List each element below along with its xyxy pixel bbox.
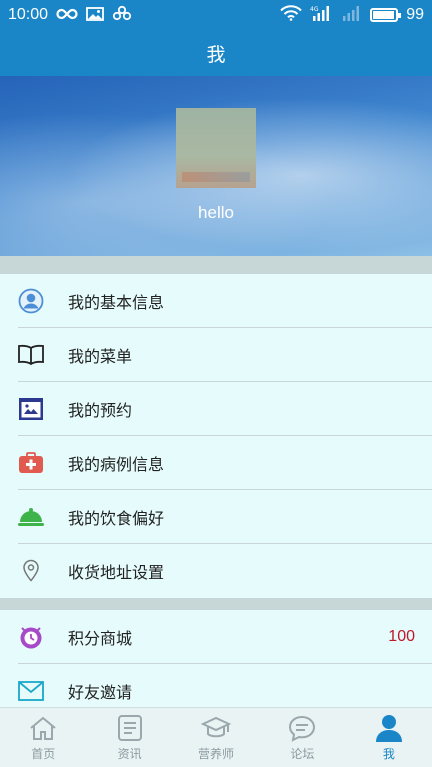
menu-item-medical-records[interactable]: 我的病例信息 (0, 436, 432, 490)
section-divider (0, 256, 432, 274)
page-title: 我 (206, 43, 226, 66)
menu-item-shipping-address[interactable]: 收货地址设置 (0, 544, 432, 598)
menu-item-label: 积分商城 (68, 629, 133, 648)
tab-label: 我 (382, 747, 395, 761)
battery-level: 99 (406, 6, 424, 23)
avatar[interactable] (176, 108, 256, 188)
tab-home[interactable]: 首页 (0, 708, 86, 767)
menu-item-my-menu[interactable]: 我的菜单 (0, 328, 432, 382)
username: hello (198, 203, 234, 222)
chat-bubble-icon (287, 713, 317, 743)
menu-item-basic-info[interactable]: 我的基本信息 (0, 274, 432, 328)
signal-4g-icon: 4G (310, 5, 332, 25)
menu-item-label: 我的菜单 (68, 347, 133, 366)
menu-item-label: 我的病例信息 (68, 455, 165, 474)
signal-icon (340, 5, 362, 25)
person-icon (374, 713, 404, 743)
tab-label: 论坛 (290, 747, 315, 761)
menu-item-label: 我的基本信息 (68, 293, 165, 312)
tab-nutritionist[interactable]: 营养师 (173, 708, 259, 767)
image-icon (86, 6, 104, 25)
tab-label: 营养师 (198, 747, 235, 761)
points-value: 100 (388, 628, 415, 645)
menu-group-2: 积分商城 100 好友邀请 (0, 610, 432, 718)
menu-item-label: 收货地址设置 (68, 563, 165, 582)
book-icon (17, 341, 45, 369)
profile-header: hello (0, 76, 432, 256)
menu-item-appointment[interactable]: 我的预约 (0, 382, 432, 436)
menu-item-points-mall[interactable]: 积分商城 100 (0, 610, 432, 664)
tab-label: 首页 (31, 747, 56, 761)
menu-item-label: 我的饮食偏好 (68, 509, 165, 528)
tab-forum[interactable]: 论坛 (259, 708, 345, 767)
mail-icon (17, 677, 45, 705)
menu-group-1: 我的基本信息 我的菜单 我的预约 我的病例信息 我的饮食偏好 收货地址设置 (0, 274, 432, 598)
user-circle-icon (17, 287, 45, 315)
menu-item-label: 我的预约 (68, 401, 133, 420)
title-bar: 我 (0, 30, 432, 76)
menu-item-diet-preference[interactable]: 我的饮食偏好 (0, 490, 432, 544)
infinity-icon (56, 6, 78, 25)
tab-label: 资讯 (117, 747, 142, 761)
medical-kit-icon (17, 449, 45, 477)
menu-item-label: 好友邀请 (68, 683, 133, 702)
svg-text:4G: 4G (310, 6, 319, 13)
location-pin-icon (17, 557, 45, 585)
home-icon (28, 713, 58, 743)
graduation-cap-icon (201, 713, 232, 743)
bottom-tab-bar: 首页 资讯 营养师 论坛 我 (0, 707, 432, 767)
tab-news[interactable]: 资讯 (86, 708, 172, 767)
status-bar: 10:00 4G 99 (0, 0, 432, 30)
food-cloche-icon (17, 503, 45, 531)
points-clock-icon (17, 623, 45, 651)
news-icon (115, 713, 145, 743)
battery-icon (370, 8, 402, 22)
calendar-card-icon (17, 395, 45, 423)
wifi-icon (280, 5, 302, 25)
clover-icon (112, 5, 132, 25)
status-time: 10:00 (8, 6, 49, 23)
tab-me[interactable]: 我 (346, 708, 432, 767)
battery-fill (373, 11, 394, 19)
